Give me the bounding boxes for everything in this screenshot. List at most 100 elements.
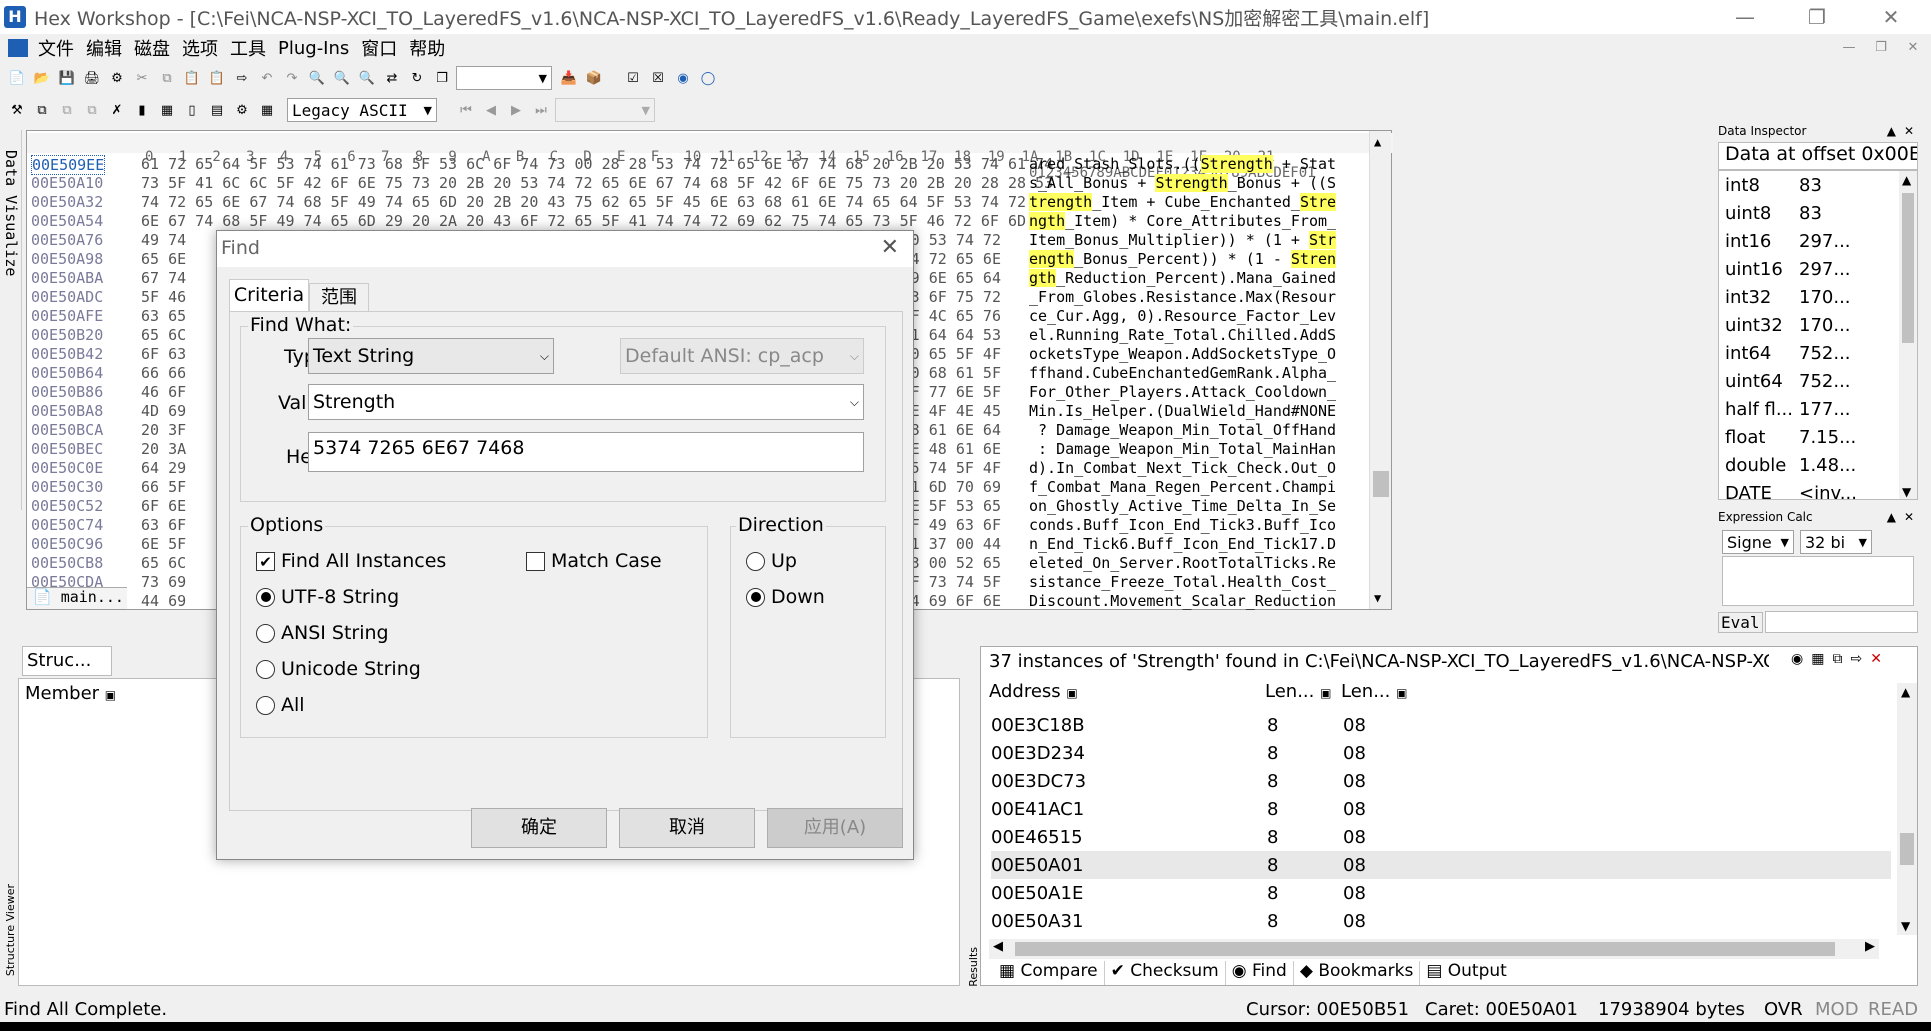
close-icon[interactable]: ✕ [881,235,899,260]
export-icon[interactable]: ⇨ [231,67,253,89]
chart-icon[interactable]: ▤ [206,99,228,121]
filter-icon[interactable]: ▦ [1811,651,1824,667]
last-record-icon[interactable]: ⏭ [530,99,552,121]
data-visualizer-tab[interactable]: Data Visualize [0,130,22,510]
member-column-header[interactable]: Member ▣ [25,683,116,704]
menu-window[interactable]: 窗口 [355,35,403,61]
binoculars-icon[interactable]: ◉ [1791,651,1803,667]
inspector-row[interactable]: DATE <inv... [1719,479,1917,500]
hammer-icon[interactable]: ⚒ [6,99,28,121]
minimize-icon[interactable]: — [1709,0,1781,34]
tab-range[interactable]: 范围 [309,283,369,311]
replace-icon[interactable]: ⇄ [381,67,403,89]
filter-icon[interactable]: ▯ [181,99,203,121]
result-row[interactable]: 00E3DC73 8 08 [991,767,1891,795]
inspector-row[interactable]: int64 752... [1719,339,1917,367]
hex-row[interactable]: 00E50A10 73 5F 41 6C 6C 5F 42 6F 6E 75 73… [27,174,1367,193]
tab-find[interactable]: ◉ Find [1225,961,1294,985]
next-record-icon[interactable]: ▶ [505,99,527,121]
type-select[interactable]: Text String ⌵ [308,338,554,374]
find-next-icon[interactable]: 🔍 [331,67,353,89]
hex-scrollbar[interactable]: ▲ ▼ [1369,131,1391,609]
length-column-header[interactable]: Len... ▣ [1265,681,1341,705]
copy-icon[interactable]: ⧉ [1832,651,1842,667]
mdi-minimize-icon[interactable]: — [1835,36,1863,60]
scroll-right-icon[interactable]: ▶ [1865,939,1875,954]
paste-special-icon[interactable]: 📋 [206,67,228,89]
scroll-up-icon[interactable]: ▲ [1902,173,1911,187]
goto-combo[interactable]: ▼ [456,66,552,90]
hex-input[interactable]: 5374 7265 6E67 7468 [308,432,864,472]
new-file-icon[interactable]: 📄 [6,67,28,89]
result-row[interactable]: 00E50A31 8 08 [991,907,1891,935]
file-tab[interactable]: 📄 main... [27,587,127,609]
hex-row[interactable]: 00E509EE 61 72 65 64 5F 53 74 61 73 68 5F… [27,155,1367,175]
hex-row[interactable]: 00E50A54 6E 67 74 68 5F 49 74 65 6D 29 20… [27,212,1367,231]
paste-block-icon[interactable]: ⧉ [81,99,103,121]
scroll-down-icon[interactable]: ▼ [1902,485,1911,499]
direction-radio[interactable]: Down [746,586,825,608]
cancel-button[interactable]: 取消 [619,808,755,848]
close-icon[interactable]: ✕ [1870,651,1882,667]
string-type-radio[interactable]: ANSI String [256,622,389,644]
results-hscrollbar[interactable]: ◀ ▶ [989,939,1879,959]
cut-icon[interactable]: ✂ [131,67,153,89]
result-row[interactable]: 00E3C18B 8 08 [991,711,1891,739]
settings-icon[interactable]: ⚙ [231,99,253,121]
inspector-row[interactable]: uint16 297... [1719,255,1917,283]
tab-criteria[interactable]: Criteria [229,279,309,311]
menu-disk[interactable]: 磁盘 [128,35,176,61]
menu-options[interactable]: 选项 [176,35,224,61]
match-case-checkbox[interactable]: Match Case [526,550,662,572]
inspector-row[interactable]: int32 170... [1719,283,1917,311]
inspector-row[interactable]: uint32 170... [1719,311,1917,339]
redo-icon[interactable]: ↷ [281,67,303,89]
value-input[interactable]: Strength ⌵ [308,384,864,420]
pin-icon[interactable]: ▲ [1887,124,1896,138]
ok-button[interactable]: 确定 [471,808,607,848]
inspector-row[interactable]: int16 297... [1719,227,1917,255]
scroll-up-icon[interactable]: ▲ [1374,135,1381,149]
pin-icon[interactable]: ▲ [1887,510,1896,524]
checksum-icon[interactable]: ☑ [622,67,644,89]
compare-icon[interactable]: 📦 [583,67,605,89]
copy-icon[interactable]: ⧉ [156,67,178,89]
inspector-row[interactable]: uint8 83 [1719,199,1917,227]
result-row[interactable]: 00E46515 8 08 [991,823,1891,851]
open-sector-icon[interactable]: 📥 [558,67,580,89]
paste-icon[interactable]: 📋 [181,67,203,89]
menu-file[interactable]: 文件 [32,35,80,61]
string-type-radio[interactable]: Unicode String [256,658,421,680]
close-icon[interactable]: ✕ [1855,0,1927,34]
export-icon[interactable]: ⇨ [1850,651,1862,667]
inspector-row[interactable]: float 7.15... [1719,423,1917,451]
results-vscrollbar[interactable]: ▲ ▼ [1897,683,1917,935]
menu-help[interactable]: 帮助 [403,35,451,61]
tab-bookmarks[interactable]: ◆ Bookmarks [1294,961,1421,985]
goto-icon[interactable]: ↻ [406,67,428,89]
motorola-icon[interactable]: ◉ [672,67,694,89]
sign-select[interactable]: Signe ▼ [1722,530,1794,554]
intel-icon[interactable]: ◯ [697,67,719,89]
tree-icon[interactable]: ▮ [131,99,153,121]
string-type-radio[interactable]: All [256,694,305,716]
bits-select[interactable]: 32 bi ▼ [1800,530,1872,554]
save-icon[interactable]: 💾 [56,67,78,89]
scroll-thumb[interactable] [1902,193,1914,343]
scroll-thumb[interactable] [1900,833,1914,865]
structure-icon[interactable]: ▦ [156,99,178,121]
result-row[interactable]: 00E50A1E 8 08 [991,879,1891,907]
find-all-checkbox[interactable]: ✔ Find All Instances [256,550,446,572]
menu-edit[interactable]: 编辑 [80,35,128,61]
structure-tab[interactable]: Struc... [22,646,112,676]
mdi-restore-icon[interactable]: ❐ [1867,36,1895,60]
direction-radio[interactable]: Up [746,550,797,572]
encoding-select[interactable]: Legacy ASCII ▼ [287,98,437,122]
mdi-close-icon[interactable]: ✕ [1899,36,1927,60]
length2-column-header[interactable]: Len... ▣ [1341,681,1417,705]
menu-plugins[interactable]: Plug-Ins [272,38,355,59]
bookmark-icon[interactable]: ❐ [431,67,453,89]
scroll-up-icon[interactable]: ▲ [1901,685,1910,699]
properties-icon[interactable]: ⚙ [106,67,128,89]
operations-icon[interactable]: ✗ [106,99,128,121]
